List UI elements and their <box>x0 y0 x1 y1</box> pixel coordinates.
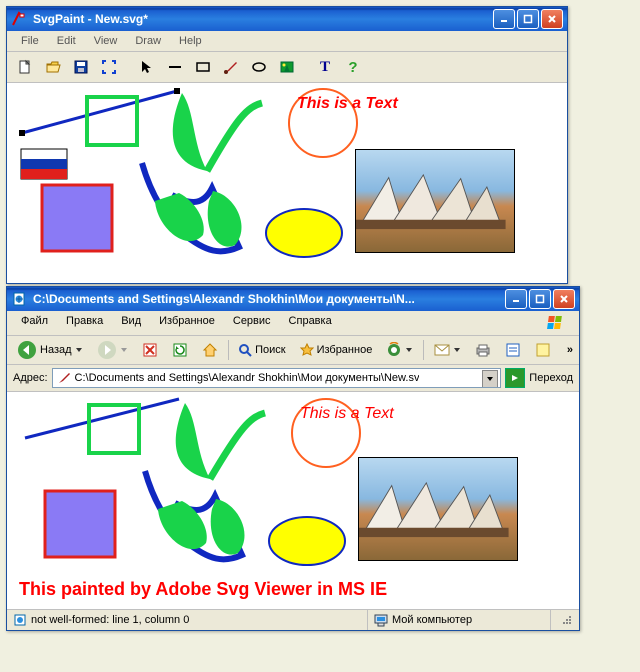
windows-logo-icon <box>537 313 573 333</box>
dropdown-icon <box>120 346 128 354</box>
app-icon <box>11 11 27 27</box>
ie-menu-view[interactable]: Вид <box>113 313 149 333</box>
ie-menu-tools[interactable]: Сервис <box>225 313 279 333</box>
search-icon <box>238 343 252 357</box>
dropdown-icon <box>405 346 413 354</box>
address-label: Адрес: <box>13 372 48 384</box>
nav-print-button[interactable] <box>471 341 495 359</box>
nav-stop-button[interactable] <box>138 340 162 360</box>
ie-titlebar[interactable]: C:\Documents and Settings\Alexandr Shokh… <box>7 287 579 311</box>
new-file-icon[interactable] <box>13 55 37 79</box>
ie-address-bar: Адрес: C:\Documents and Settings\Alexand… <box>7 365 579 392</box>
ie-minimize-button[interactable] <box>505 289 527 309</box>
forward-arrow-icon <box>97 340 117 360</box>
address-value: C:\Documents and Settings\Alexandr Shokh… <box>75 372 420 384</box>
nav-refresh-button[interactable] <box>168 340 192 360</box>
menu-help[interactable]: Help <box>171 33 210 49</box>
nav-home-button[interactable] <box>198 340 222 360</box>
canvas-text: This is a Text <box>297 95 398 113</box>
rect-tool-icon[interactable] <box>191 55 215 79</box>
nav-edit-button[interactable] <box>501 340 525 360</box>
resize-grip-icon[interactable] <box>561 614 573 626</box>
help-icon[interactable]: ? <box>341 55 365 79</box>
nav-mail-button[interactable] <box>430 341 465 359</box>
menu-view[interactable]: View <box>86 33 126 49</box>
menu-file[interactable]: File <box>13 33 47 49</box>
ie-canvas-image <box>358 457 518 561</box>
media-icon <box>386 342 402 358</box>
nav-media-button[interactable] <box>382 340 417 360</box>
ie-menu-fav[interactable]: Избранное <box>151 313 223 333</box>
nav-search-label: Поиск <box>255 344 285 356</box>
menu-edit[interactable]: Edit <box>49 33 84 49</box>
ie-statusbar: not well-formed: line 1, column 0 Мой ко… <box>7 609 579 630</box>
ie-menubar: Файл Правка Вид Избранное Сервис Справка <box>7 311 579 336</box>
ie-close-button[interactable] <box>553 289 575 309</box>
brush-tool-icon[interactable] <box>219 55 243 79</box>
pointer-tool-icon[interactable] <box>135 55 159 79</box>
ie-maximize-button[interactable] <box>529 289 551 309</box>
toolbar-overflow-icon[interactable]: » <box>567 344 573 356</box>
save-icon[interactable] <box>69 55 93 79</box>
brush-file-icon <box>57 371 71 385</box>
status-document-icon <box>13 613 27 627</box>
ie-caption-text: This painted by Adobe Svg Viewer in MS I… <box>19 579 387 600</box>
ie-menu-edit[interactable]: Правка <box>58 313 111 333</box>
ie-menu-help[interactable]: Справка <box>281 313 340 333</box>
dropdown-icon <box>453 346 461 354</box>
svgpaint-canvas[interactable]: This is a Text <box>7 83 567 281</box>
ie-nav-toolbar: Назад Поиск Избранное » <box>7 336 579 365</box>
open-file-icon[interactable] <box>41 55 65 79</box>
status-right-text: Мой компьютер <box>392 614 472 626</box>
nav-favorites-label: Избранное <box>317 344 373 356</box>
ie-canvas-text: This is a Text <box>300 405 394 423</box>
svgpaint-toolbar: T ? <box>7 52 567 83</box>
close-button[interactable] <box>541 9 563 29</box>
svgpaint-window: SvgPaint - New.svg* File Edit View Draw … <box>6 6 568 284</box>
svgpaint-menubar: File Edit View Draw Help <box>7 31 567 52</box>
print-icon <box>475 343 491 357</box>
ellipse-tool-icon[interactable] <box>247 55 271 79</box>
back-arrow-icon <box>17 340 37 360</box>
mail-icon <box>434 343 450 357</box>
line-tool-icon[interactable] <box>163 55 187 79</box>
image-tool-icon[interactable] <box>275 55 299 79</box>
nav-discuss-button[interactable] <box>531 340 555 360</box>
go-label: Переход <box>529 372 573 384</box>
nav-back-label: Назад <box>40 344 72 356</box>
svgpaint-title: SvgPaint - New.svg* <box>33 12 493 26</box>
my-computer-icon <box>374 613 388 627</box>
minimize-button[interactable] <box>493 9 515 29</box>
canvas-image <box>355 149 515 253</box>
edit-icon <box>505 342 521 358</box>
address-input[interactable]: C:\Documents and Settings\Alexandr Shokh… <box>52 368 502 388</box>
menu-draw[interactable]: Draw <box>127 33 169 49</box>
address-dropdown-icon[interactable] <box>482 370 498 388</box>
maximize-button[interactable] <box>517 9 539 29</box>
ie-document-icon <box>11 291 27 307</box>
ie-title: C:\Documents and Settings\Alexandr Shokh… <box>33 292 505 306</box>
svgpaint-titlebar[interactable]: SvgPaint - New.svg* <box>7 7 567 31</box>
text-tool-icon[interactable]: T <box>313 55 337 79</box>
home-icon <box>202 342 218 358</box>
star-icon <box>300 343 314 357</box>
nav-favorites-button[interactable]: Избранное <box>296 341 377 359</box>
nav-forward-button[interactable] <box>93 338 132 362</box>
fullscreen-icon[interactable] <box>97 55 121 79</box>
nav-search-button[interactable]: Поиск <box>234 341 289 359</box>
ie-menu-file[interactable]: Файл <box>13 313 56 333</box>
nav-back-button[interactable]: Назад <box>13 338 87 362</box>
refresh-icon <box>172 342 188 358</box>
go-arrow-icon <box>510 373 520 383</box>
discuss-icon <box>535 342 551 358</box>
dropdown-icon <box>75 346 83 354</box>
ie-content-canvas[interactable]: This is a Text This painted by Adobe Svg… <box>7 392 579 609</box>
go-button[interactable] <box>505 368 525 388</box>
status-left-text: not well-formed: line 1, column 0 <box>31 614 189 626</box>
ie-window: C:\Documents and Settings\Alexandr Shokh… <box>6 286 580 631</box>
stop-icon <box>142 342 158 358</box>
